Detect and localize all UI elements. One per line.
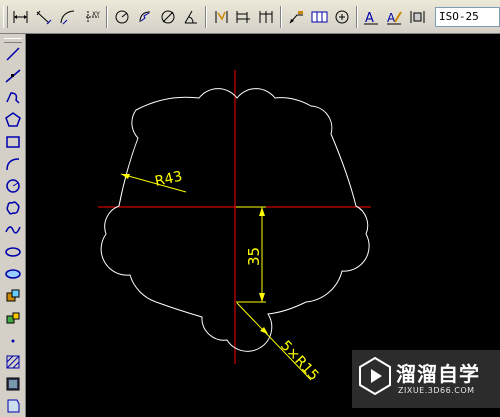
watermark-title: 溜溜自学 [396,362,480,386]
toolbar-grip[interactable] [3,6,8,28]
dimension-update-icon[interactable] [407,6,428,28]
gradient-icon[interactable] [2,374,24,394]
quick-dimension-icon[interactable] [211,6,232,28]
jogged-dimension-icon[interactable] [135,6,156,28]
dimension-toolbar: XY A A ISO-25 [0,0,500,34]
draw-toolbar [0,34,26,417]
radius-dimension-icon[interactable] [112,6,133,28]
spline-icon[interactable] [2,220,24,240]
dimension-edit-icon[interactable]: A [361,6,382,28]
ordinate-dimension-icon[interactable]: XY [82,6,103,28]
svg-text:A: A [365,11,374,25]
center-mark-icon[interactable] [332,6,353,28]
watermark-logo-icon [359,356,391,396]
toolbar-separator [280,6,282,28]
circle-icon[interactable] [2,176,24,196]
rectangle-icon[interactable] [2,132,24,152]
construction-line-icon[interactable] [2,66,24,86]
angular-dimension-icon[interactable] [181,6,202,28]
toolbar-separator [205,6,207,28]
quick-leader-icon[interactable] [286,6,307,28]
aligned-dimension-icon[interactable] [33,6,54,28]
arc-length-icon[interactable] [57,6,78,28]
dim-5r15-label: 5×R15 [277,338,322,384]
watermark: 溜溜自学 ZIXUE.3D66.COM [352,350,500,408]
ellipse-arc-icon[interactable] [2,264,24,284]
linear-dimension-icon[interactable] [10,6,31,28]
baseline-dimension-icon[interactable] [233,6,254,28]
dim35-arrow-top [259,207,265,216]
continue-dimension-icon[interactable] [256,6,277,28]
dimension-text-edit-icon[interactable]: A [384,6,405,28]
insert-block-icon[interactable] [2,286,24,306]
hatch-icon[interactable] [2,352,24,372]
make-block-icon[interactable] [2,308,24,328]
dimension-style-select[interactable]: ISO-25 [435,7,500,27]
revision-cloud-icon[interactable] [2,198,24,218]
polyline-icon[interactable] [2,88,24,108]
toolbar-separator [356,6,358,28]
dim-35-label: 35 [245,247,263,266]
svg-text:A: A [387,11,396,25]
dim-r43-label: R43 [154,169,184,190]
point-icon[interactable] [2,330,24,350]
diameter-dimension-icon[interactable] [158,6,179,28]
polygon-icon[interactable] [2,110,24,130]
line-icon[interactable] [2,44,24,64]
arc-icon[interactable] [2,154,24,174]
dim35-arrow-bottom [259,293,265,302]
watermark-url: ZIXUE.3D66.COM [398,386,475,395]
ellipse-icon[interactable] [2,242,24,262]
svg-text:XY: XY [92,11,100,18]
tolerance-icon[interactable] [309,6,330,28]
toolbar-separator [106,6,108,28]
toolbar-grip[interactable] [4,38,22,43]
region-icon[interactable] [2,396,24,416]
